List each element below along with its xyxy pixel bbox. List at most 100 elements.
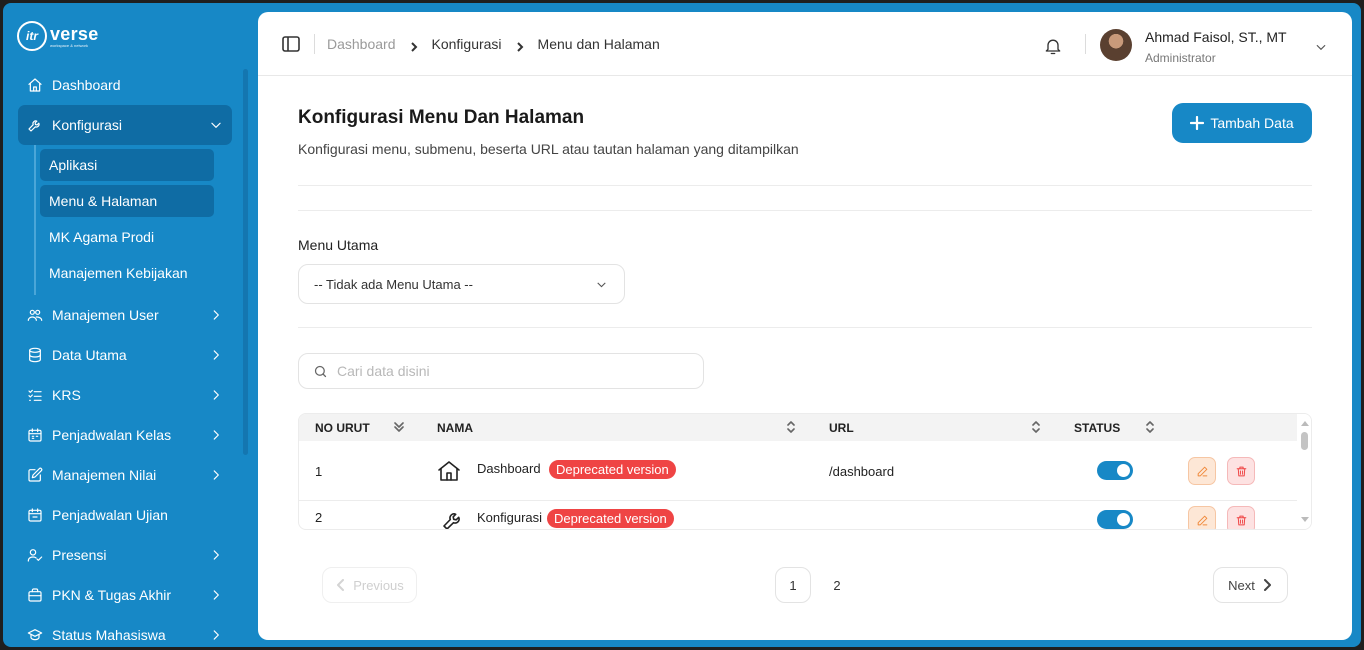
delete-button[interactable]: [1227, 457, 1255, 485]
chevron-right-icon: [209, 428, 223, 442]
cell-nama: Konfigurasi: [477, 510, 543, 525]
sort-icon[interactable]: [786, 421, 796, 433]
sidebar-item-penjadwalan-ujian[interactable]: Penjadwalan Ujian: [18, 495, 232, 535]
sidebar-item-manajemen-nilai[interactable]: Manajemen Nilai: [18, 455, 232, 495]
logo-word: verse: [50, 23, 99, 44]
table-row: 1 Dashboard Deprecated version /dashboar…: [299, 441, 1297, 501]
sidebar-subitem-menu-halaman[interactable]: Menu & Halaman: [40, 185, 214, 217]
divider: [314, 34, 315, 54]
delete-button[interactable]: [1227, 506, 1255, 529]
next-button[interactable]: Next: [1213, 567, 1288, 603]
sidebar-item-label: Status Mahasiswa: [52, 627, 166, 643]
cell-no: 1: [315, 463, 323, 479]
sidebar-item-penjadwalan-kelas[interactable]: Penjadwalan Kelas: [18, 415, 232, 455]
edit-button[interactable]: [1188, 506, 1216, 529]
sidebar-scrollbar[interactable]: [243, 69, 248, 455]
status-toggle[interactable]: [1097, 461, 1133, 480]
table-row: 2 Konfigurasi Deprecated version: [299, 502, 1297, 529]
menu-table: NO URUT NAMA URL STATUS 1 Dashboard Depr…: [298, 413, 1312, 530]
sidebar-subitem-manajemen-kebijakan[interactable]: Manajemen Kebijakan: [40, 257, 214, 289]
user-check-icon: [27, 547, 43, 563]
wrench-icon: [441, 508, 465, 529]
sidebar-subitem-aplikasi[interactable]: Aplikasi: [40, 149, 214, 181]
divider: [298, 327, 1312, 328]
sidebar-item-label: PKN & Tugas Akhir: [52, 587, 172, 603]
edit-button[interactable]: [1188, 457, 1216, 485]
sidebar-item-dashboard[interactable]: Dashboard: [18, 65, 232, 105]
chevron-right-icon: [209, 308, 223, 322]
sidebar-item-manajemen-user[interactable]: Manajemen User: [18, 295, 232, 335]
wrench-icon: [27, 117, 43, 133]
scroll-down-icon[interactable]: [1301, 517, 1309, 522]
divider: [298, 210, 1312, 211]
page-2-button[interactable]: 2: [819, 567, 855, 603]
page-1-button[interactable]: 1: [775, 567, 811, 603]
breadcrumb-dashboard[interactable]: Dashboard: [327, 36, 396, 52]
sidebar-item-label: Data Utama: [52, 347, 127, 363]
sidebar-item-label: Penjadwalan Kelas: [52, 427, 172, 443]
calendar-icon: [27, 427, 43, 443]
scroll-thumb[interactable]: [1301, 432, 1308, 450]
chevron-right-icon: [209, 588, 223, 602]
sidebar-item-label: Penjadwalan Ujian: [52, 507, 168, 523]
status-toggle[interactable]: [1097, 510, 1133, 529]
divider: [298, 185, 1312, 186]
logo-mark: itr: [17, 21, 47, 51]
home-icon: [27, 77, 43, 93]
col-status[interactable]: STATUS: [1074, 414, 1120, 441]
sidebar-item-presensi[interactable]: Presensi: [18, 535, 232, 575]
sidebar-toggle-icon[interactable]: [282, 36, 300, 52]
chevron-down-icon[interactable]: [1314, 40, 1328, 54]
cell-url: /dashboard: [829, 463, 895, 479]
sidebar: itr verse workspace & network Dashboard …: [3, 3, 255, 647]
scroll-up-icon[interactable]: [1301, 421, 1309, 426]
graduation-icon: [27, 627, 43, 643]
search-input[interactable]: [337, 363, 687, 379]
chevron-right-icon: [209, 628, 223, 642]
sort-desc-icon[interactable]: [394, 421, 404, 433]
table-header: NO URUT NAMA URL STATUS: [299, 414, 1297, 441]
trash-icon: [1236, 515, 1246, 525]
previous-button[interactable]: Previous: [322, 567, 417, 603]
briefcase-icon: [27, 587, 43, 603]
sidebar-item-pkn-tugas-akhir[interactable]: PKN & Tugas Akhir: [18, 575, 232, 615]
chevron-down-icon: [209, 118, 223, 132]
menu-utama-selected: -- Tidak ada Menu Utama --: [314, 276, 473, 292]
table-scrollbar[interactable]: [1297, 414, 1311, 529]
col-url[interactable]: URL: [829, 414, 854, 441]
user-name[interactable]: Ahmad Faisol, ST., MT: [1145, 29, 1287, 45]
trash-icon: [1236, 466, 1246, 476]
sidebar-subitem-mk-agama-prodi[interactable]: MK Agama Prodi: [40, 221, 214, 253]
avatar[interactable]: [1100, 29, 1132, 61]
breadcrumb-current: Menu dan Halaman: [537, 36, 660, 52]
sidebar-item-label: Konfigurasi: [52, 117, 123, 133]
sort-icon[interactable]: [1145, 421, 1155, 433]
col-nama[interactable]: NAMA: [437, 414, 473, 441]
user-role: Administrator: [1145, 51, 1216, 65]
menu-utama-select[interactable]: -- Tidak ada Menu Utama --: [298, 264, 625, 304]
bell-icon[interactable]: [1043, 36, 1063, 56]
home-icon: [437, 459, 461, 483]
sidebar-item-label: Dashboard: [52, 77, 121, 93]
add-data-button[interactable]: Tambah Data: [1172, 103, 1312, 143]
next-label: Next: [1228, 577, 1255, 593]
chevron-right-icon: [209, 548, 223, 562]
sidebar-item-data-utama[interactable]: Data Utama: [18, 335, 232, 375]
sidebar-item-krs[interactable]: KRS: [18, 375, 232, 415]
col-no-urut[interactable]: NO URUT: [315, 414, 370, 441]
sort-icon[interactable]: [1031, 421, 1041, 433]
topbar: Dashboard Konfigurasi Menu dan Halaman A…: [258, 12, 1352, 76]
logo[interactable]: itr verse workspace & network: [17, 21, 99, 51]
sidebar-item-label: Presensi: [52, 547, 107, 563]
sidebar-item-label: KRS: [52, 387, 81, 403]
breadcrumb-konfigurasi[interactable]: Konfigurasi: [432, 36, 502, 52]
logo-subtitle: workspace & network: [50, 42, 89, 48]
sidebar-item-label: Manajemen Nilai: [52, 467, 157, 483]
sidebar-item-status-mahasiswa[interactable]: Status Mahasiswa: [18, 615, 232, 647]
cell-nama: Dashboard: [477, 461, 541, 476]
chevron-right-icon: [209, 468, 223, 482]
chevron-right-icon: [409, 39, 419, 52]
add-data-label: Tambah Data: [1210, 115, 1294, 131]
sidebar-item-konfigurasi[interactable]: Konfigurasi: [18, 105, 232, 145]
chevron-left-icon: [337, 579, 345, 591]
